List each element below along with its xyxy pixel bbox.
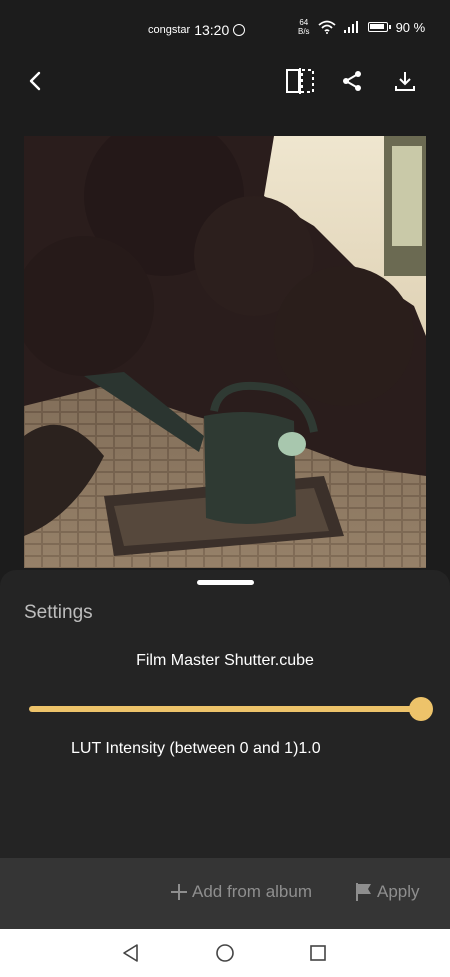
compare-button[interactable] xyxy=(283,64,317,98)
status-bar: congstar 13:20 64 B/s 90 % xyxy=(0,0,450,58)
network-speed-unit: B/s xyxy=(298,27,310,36)
photo-image xyxy=(24,136,426,568)
nav-back-icon xyxy=(123,944,138,962)
add-from-album-button[interactable]: Add from album xyxy=(170,882,312,902)
network-speed-value: 64 xyxy=(299,18,309,27)
sheet-drag-handle[interactable] xyxy=(197,580,254,585)
system-nav-bar xyxy=(0,929,450,977)
download-icon xyxy=(395,72,415,91)
share-icon xyxy=(343,71,361,91)
nav-recents-button[interactable] xyxy=(306,941,330,965)
settings-title: Settings xyxy=(24,602,93,623)
nav-home-icon xyxy=(216,944,234,962)
network-speed: 64 B/s xyxy=(298,18,310,36)
share-button[interactable] xyxy=(335,64,369,98)
status-left: congstar 13:20 xyxy=(148,22,246,38)
battery-level: 90 % xyxy=(395,19,426,35)
intensity-slider-track[interactable] xyxy=(29,706,422,712)
flag-icon xyxy=(356,883,371,901)
nav-back-button[interactable] xyxy=(119,941,143,965)
download-button[interactable] xyxy=(388,64,422,98)
back-arrow-icon xyxy=(29,71,41,91)
top-toolbar xyxy=(0,60,450,100)
signal-icon xyxy=(343,21,358,33)
apply-button[interactable]: Apply xyxy=(355,882,420,902)
clock: 13:20 xyxy=(194,22,230,38)
battery-icon xyxy=(367,22,391,32)
lut-name: Film Master Shutter.cube xyxy=(136,652,314,669)
apply-label: Apply xyxy=(377,882,420,901)
carrier-label: congstar xyxy=(148,24,191,36)
compare-icon xyxy=(286,68,314,94)
nav-recents-icon xyxy=(310,945,326,961)
plus-icon xyxy=(171,884,187,900)
wifi-icon xyxy=(317,20,336,34)
photo-preview xyxy=(24,136,426,568)
settings-sheet: Settings Film Master Shutter.cube LUT In… xyxy=(0,570,450,858)
intensity-slider-thumb[interactable] xyxy=(409,697,433,721)
add-from-album-label: Add from album xyxy=(192,882,312,901)
back-button[interactable] xyxy=(18,64,52,98)
bottom-action-bar: Add from album Apply xyxy=(0,858,450,929)
nav-home-button[interactable] xyxy=(213,941,237,965)
whatsapp-icon xyxy=(233,24,246,36)
intensity-label: LUT Intensity (between 0 and 1)1.0 xyxy=(71,740,321,757)
status-right: 64 B/s 90 % xyxy=(298,18,425,36)
